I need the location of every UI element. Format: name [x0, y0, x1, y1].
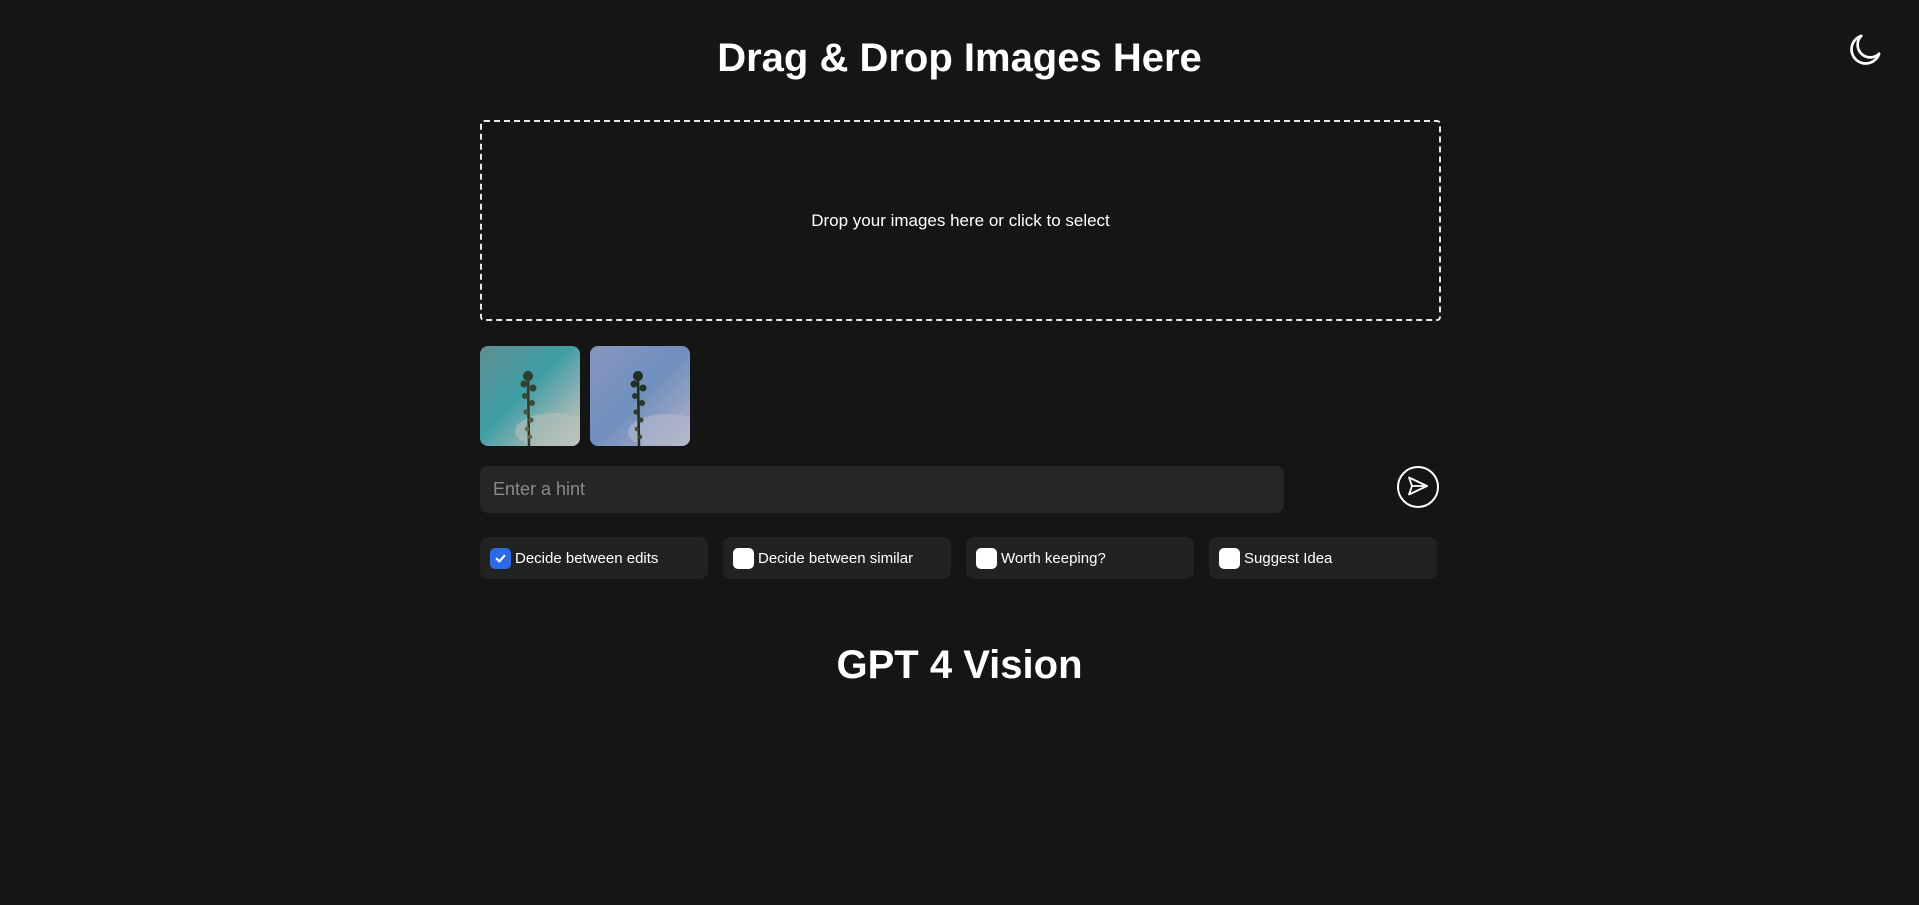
checkbox[interactable] [1219, 547, 1240, 569]
option-label: Decide between similar [758, 549, 914, 567]
send-icon [1406, 474, 1430, 501]
thumbnail-list [480, 346, 690, 446]
checkbox-checked[interactable] [490, 547, 511, 569]
option-worth-keeping[interactable]: Worth keeping? [966, 537, 1194, 579]
option-decide-between-similar[interactable]: Decide between similar [723, 537, 951, 579]
send-button[interactable] [1397, 466, 1439, 508]
option-decide-between-edits[interactable]: Decide between edits [480, 537, 708, 579]
option-suggest-idea[interactable]: Suggest Idea [1209, 537, 1437, 579]
page-title: Drag & Drop Images Here [717, 36, 1202, 80]
option-label: Decide between edits [515, 549, 659, 567]
dropzone-text: Drop your images here or click to select [811, 210, 1110, 230]
uploaded-image-thumbnail[interactable] [590, 346, 690, 446]
hint-input[interactable] [480, 466, 1284, 513]
result-title: GPT 4 Vision [836, 643, 1083, 687]
checkbox[interactable] [733, 547, 754, 569]
analysis-options: Decide between edits Decide between simi… [480, 537, 1440, 579]
page: Drag & Drop Images Here Drop your images… [0, 0, 1919, 905]
image-dropzone[interactable]: Drop your images here or click to select [480, 120, 1441, 321]
option-label: Suggest Idea [1244, 549, 1333, 567]
option-label: Worth keeping? [1001, 549, 1106, 567]
uploaded-image-thumbnail[interactable] [480, 346, 580, 446]
checkmark-icon [495, 554, 506, 563]
checkbox[interactable] [976, 547, 997, 569]
